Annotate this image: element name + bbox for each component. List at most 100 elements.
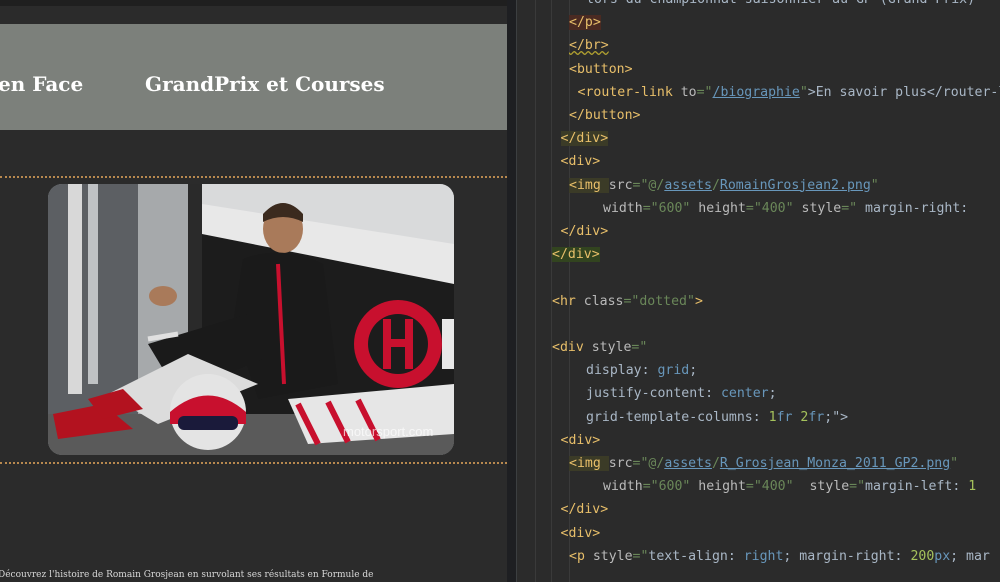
code-token: ;	[689, 363, 698, 379]
nav-link-grandprix[interactable]: GrandPrix et Courses	[145, 72, 385, 96]
code-token: <div	[552, 340, 592, 355]
driver-photo-illustration: motorsport.com	[48, 184, 454, 455]
nav-link-face[interactable]: en Face	[0, 72, 83, 96]
code-token: grid	[657, 363, 690, 379]
code-token: height	[690, 200, 746, 216]
code-token: @/	[648, 177, 665, 193]
code-line[interactable]: <img src="@/assets/RomainGrosjean2.png"	[569, 174, 879, 197]
code-token: style	[793, 200, 842, 216]
code-token: </div>	[560, 224, 609, 239]
code-token: height	[690, 479, 746, 495]
code-token: center	[720, 386, 769, 402]
code-token: <div>	[560, 525, 601, 541]
driver-photo: motorsport.com	[48, 184, 454, 455]
code-token: /	[711, 456, 720, 471]
code-editor[interactable]: lors du championnat saisonnier au GP (Gr…	[517, 0, 1000, 582]
code-token: style	[592, 548, 633, 564]
code-line[interactable]: <div style="	[552, 336, 647, 359]
code-line[interactable]: <p style="text-align: right; margin-righ…	[569, 545, 990, 568]
code-line[interactable]: </div>	[552, 243, 600, 266]
code-token: ;">	[824, 409, 849, 425]
intro-paragraph: Découvrez l'histoire de Romain Grosjean …	[0, 570, 374, 580]
code-token: ="	[841, 200, 866, 216]
code-line[interactable]: </div>	[561, 220, 609, 243]
code-token: grid-template-columns:	[586, 409, 769, 425]
code-token: margin-left:	[865, 479, 969, 495]
code-token: >En savoir plus</router-link>	[807, 84, 1000, 100]
code-token: <div>	[560, 154, 601, 170]
code-token: ="	[631, 340, 648, 355]
code-line[interactable]: </div>	[560, 127, 609, 150]
navbar: en Face GrandPrix et Courses	[0, 24, 507, 130]
code-token: ="600"	[642, 479, 691, 495]
code-token: 1	[768, 409, 777, 425]
code-line[interactable]: </p>	[569, 11, 601, 34]
code-line[interactable]: </div>	[561, 498, 609, 521]
code-token: @/	[648, 456, 665, 471]
code-token: <router-link	[577, 84, 681, 100]
code-token: width	[603, 200, 643, 216]
code-token: <p	[569, 548, 593, 564]
indent-guide	[535, 0, 536, 582]
code-token: </br>	[569, 38, 609, 54]
code-token: ="	[632, 177, 649, 193]
code-token: fr	[808, 409, 825, 425]
code-line[interactable]: width="600" height="400" style="margin-l…	[603, 475, 976, 498]
code-line[interactable]: <img src="@/assets/R_Grosjean_Monza_2011…	[569, 452, 958, 475]
code-token: ="600"	[642, 200, 691, 216]
code-token: /	[711, 177, 720, 193]
code-token: </div>	[560, 131, 609, 147]
code-token: ="	[632, 456, 649, 471]
code-line[interactable]: </br>	[569, 34, 609, 57]
code-token: fr	[776, 409, 801, 425]
code-token: ="dotted"	[623, 293, 695, 309]
code-token: >	[694, 293, 703, 309]
code-token: 1	[968, 479, 977, 495]
code-line[interactable]: </button>	[569, 104, 640, 127]
code-token: ="	[696, 84, 713, 100]
code-token: ; mar	[950, 548, 990, 564]
code-token: lors du championnat saisonnier au GP (Gr…	[586, 0, 983, 7]
code-line[interactable]: <div>	[561, 150, 601, 173]
code-token: RomainGrosjean2.png	[719, 177, 871, 193]
code-token: 200	[910, 548, 935, 564]
code-token: <button>	[569, 61, 633, 77]
code-token: to	[680, 84, 697, 100]
code-token: src	[608, 456, 633, 471]
code-token: justify-content:	[586, 386, 721, 402]
code-line[interactable]: <div>	[561, 429, 601, 452]
code-token: </p>	[569, 15, 601, 31]
code-token: assets	[664, 177, 712, 193]
code-line[interactable]: display: grid;	[586, 359, 697, 382]
code-token: ;	[768, 386, 777, 402]
code-token: </div>	[560, 502, 609, 518]
code-token: ; margin-right:	[783, 548, 911, 564]
code-token: <img	[569, 456, 609, 471]
code-line[interactable]: grid-template-columns: 1fr 2fr;">	[586, 406, 848, 429]
code-token: ="	[632, 548, 649, 564]
code-line[interactable]: <div>	[561, 522, 601, 545]
code-token: ="400"	[745, 479, 794, 495]
code-token: class	[583, 293, 624, 309]
browser-preview: en Face GrandPrix et Courses motorsport.…	[0, 0, 507, 582]
code-token: "	[950, 456, 959, 471]
code-line[interactable]: justify-content: center;	[586, 382, 777, 405]
preview-top-strip	[0, 0, 507, 6]
code-token: <img	[569, 177, 609, 193]
code-line[interactable]: <button>	[569, 58, 633, 81]
code-line[interactable]: width="600" height="400" style=" margin-…	[603, 197, 976, 220]
code-line[interactable]: <router-link to="/biographie">En savoir …	[578, 81, 1000, 104]
code-token: </div>	[552, 247, 600, 263]
code-token: src	[608, 177, 633, 193]
code-token: R_Grosjean_Monza_2011_GP2.png	[719, 456, 951, 471]
code-token: <hr	[552, 293, 584, 309]
code-token: assets	[664, 456, 712, 471]
code-token: px	[934, 548, 951, 564]
photo-watermark: motorsport.com	[343, 424, 433, 439]
code-line[interactable]: <hr class="dotted">	[552, 290, 703, 313]
code-token: ="	[849, 479, 866, 495]
code-token: text-align:	[648, 548, 744, 564]
code-token: "	[870, 177, 879, 193]
code-line[interactable]: lors du championnat saisonnier au GP (Gr…	[586, 0, 983, 11]
code-token: /biographie	[712, 84, 800, 100]
